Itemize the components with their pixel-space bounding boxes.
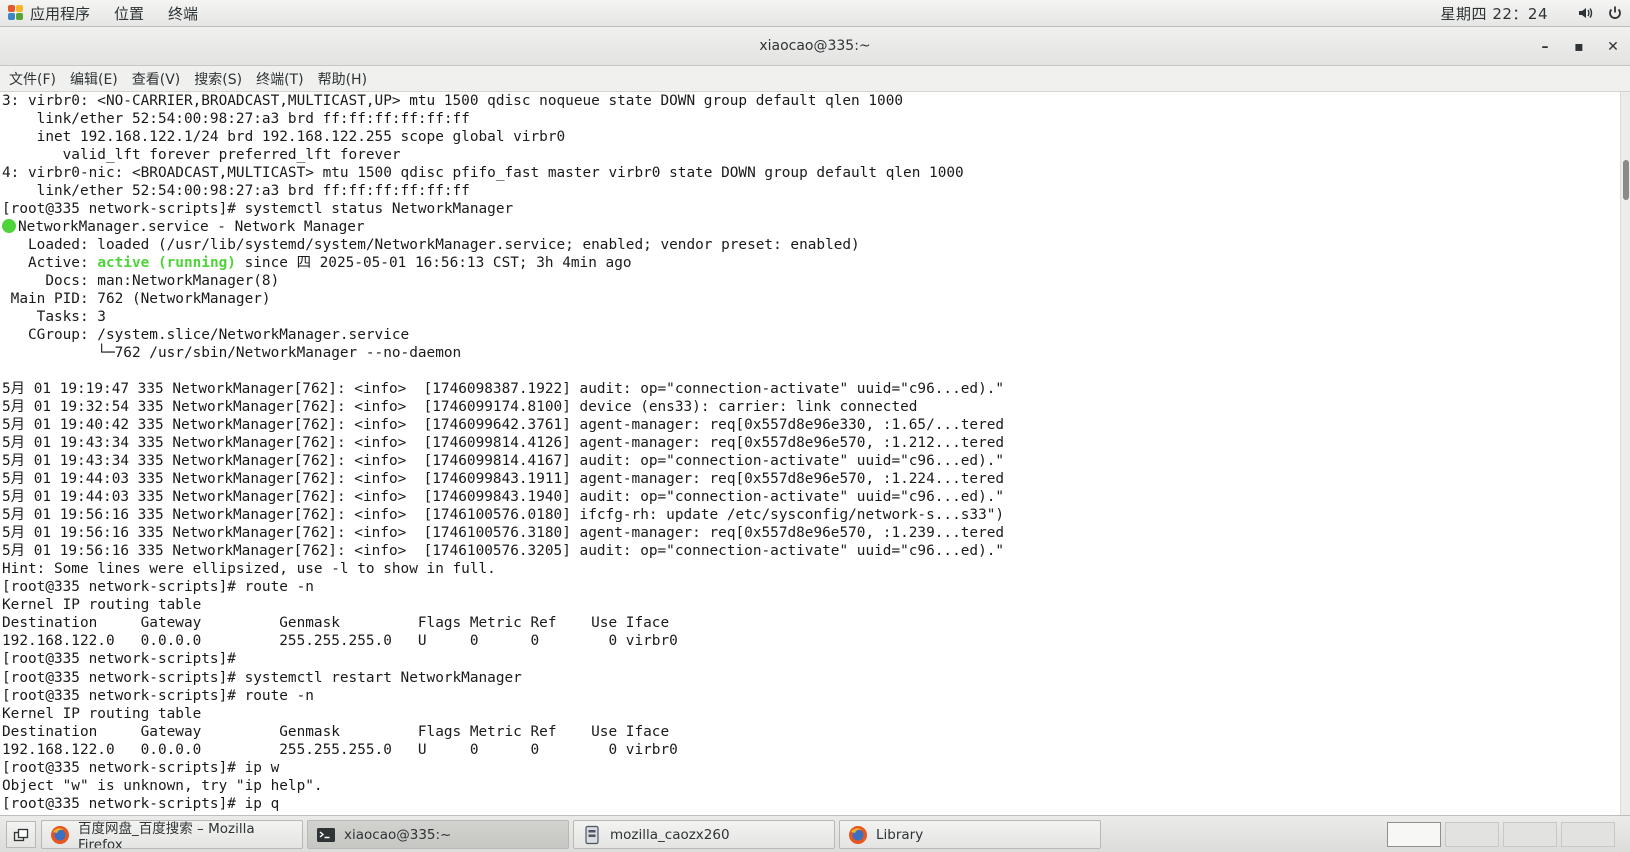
task-label: mozilla_caozx260 [610,826,730,843]
scrollbar-thumb[interactable] [1623,160,1629,200]
menu-search[interactable]: 搜索(S) [187,69,249,89]
workspace-4[interactable] [1561,822,1615,847]
taskbar-item-firefox[interactable]: 百度网盘_百度搜索 – Mozilla Firefox [41,820,303,849]
taskbar: 百度网盘_百度搜索 – Mozilla Firefox xiaocao@335:… [0,815,1630,852]
active-label: Active: [2,255,98,272]
taskbar-item-file-manager[interactable]: mozilla_caozx260 [573,820,835,849]
top-bar: 应用程序 位置 终端 星期四 22：24 [0,0,1630,27]
terminal-line: Destination Gateway Genmask Flags Metric… [2,615,670,632]
terminal-line: Kernel IP routing table [2,597,202,614]
terminal-line: 3: virbr0: <NO-CARRIER,BROADCAST,MULTICA… [2,93,904,109]
terminal-line: Kernel IP routing table [2,705,202,722]
firefox-icon [51,825,69,844]
task-label: Library [876,826,924,843]
close-button[interactable]: ✕ [1596,27,1630,66]
status-dot-icon [2,219,16,234]
terminal-line: 5月 01 19:40:42 335 NetworkManager[762]: … [2,417,1005,434]
terminal-line: Object "w" is unknown, try "ip help". [2,777,323,794]
terminal-line: 192.168.122.0 0.0.0.0 255.255.255.0 U 0 … [2,741,678,758]
menu-help[interactable]: 帮助(H) [311,69,374,89]
workspace-2[interactable] [1445,822,1499,847]
volume-icon[interactable] [1570,0,1600,27]
power-icon[interactable] [1600,0,1630,27]
menu-edit[interactable]: 编辑(E) [63,69,125,89]
window-titlebar[interactable]: xiaocao@335:~ – ▪ ✕ [0,27,1630,66]
terminal-line: 5月 01 19:43:34 335 NetworkManager[762]: … [2,453,1005,470]
task-label: xiaocao@335:~ [344,826,452,843]
minimize-button[interactable]: – [1528,27,1562,66]
maximize-button[interactable]: ▪ [1562,27,1596,66]
taskbar-item-library[interactable]: Library [839,820,1101,849]
terminal-icon [317,827,335,842]
terminal-line: [root@335 network-scripts]# [2,651,236,668]
terminal-line: Destination Gateway Genmask Flags Metric… [2,723,670,740]
clock[interactable]: 星期四 22：24 [1441,3,1570,24]
service-name: NetworkManager.service - Network Manager [18,219,365,236]
active-since: since 四 2025-05-01 16:56:13 CST; 3h 4min… [235,255,632,272]
terminal-line: 5月 01 19:56:16 335 NetworkManager[762]: … [2,507,1005,524]
terminal-line: 5月 01 19:43:34 335 NetworkManager[762]: … [2,435,1005,452]
terminal-line: [root@335 network-scripts]# systemctl st… [2,201,514,218]
terminal-line: Hint: Some lines were ellipsized, use -l… [2,561,496,578]
places-menu[interactable]: 位置 [102,0,156,27]
menu-file[interactable]: 文件(F) [2,69,63,89]
terminal-app-menu[interactable]: 终端 [156,0,210,27]
active-status: active (running) [97,255,236,272]
file-manager-icon [585,825,599,844]
terminal-line: link/ether 52:54:00:98:27:a3 brd ff:ff:f… [2,183,470,200]
terminal-line: NetworkManager.service - Network Manager [0,218,1620,236]
terminal-line: 5月 01 19:56:16 335 NetworkManager[762]: … [2,543,1005,560]
menu-view[interactable]: 查看(V) [125,69,188,89]
terminal-line: 5月 01 19:19:47 335 NetworkManager[762]: … [2,381,1005,398]
terminal-scrollbar[interactable] [1620,92,1630,815]
terminal-line: 5月 01 19:44:03 335 NetworkManager[762]: … [2,471,1005,488]
terminal-line: 4: virbr0-nic: <BROADCAST,MULTICAST> mtu… [2,165,964,182]
terminal-line: [root@335 network-scripts]# ip w [2,759,280,776]
terminal-line: 5月 01 19:56:16 335 NetworkManager[762]: … [2,525,1005,542]
terminal-line: 192.168.122.0 0.0.0.0 255.255.255.0 U 0 … [2,633,678,650]
workspace-1[interactable] [1387,822,1441,847]
terminal-line: [root@335 network-scripts]# systemctl re… [2,669,522,686]
taskbar-item-terminal[interactable]: xiaocao@335:~ [307,820,569,849]
terminal-line: Tasks: 3 [2,309,106,326]
terminal-line: └─762 /usr/sbin/NetworkManager --no-daem… [2,345,462,362]
terminal-line: Loaded: loaded (/usr/lib/systemd/system/… [2,237,860,254]
terminal-line: [root@335 network-scripts]# route -n [2,687,314,704]
workspace-3[interactable] [1503,822,1557,847]
terminal-line: valid_lft forever preferred_lft forever [2,147,401,164]
firefox-icon [849,825,867,844]
terminal-line: Docs: man:NetworkManager(8) [2,273,280,290]
terminal-line: Main PID: 762 (NetworkManager) [2,291,271,308]
terminal-line: 5月 01 19:44:03 335 NetworkManager[762]: … [2,489,1005,506]
applications-icon [8,5,24,21]
terminal-line: Active: active (running) since 四 2025-05… [0,254,1620,272]
menu-bar: 文件(F) 编辑(E) 查看(V) 搜索(S) 终端(T) 帮助(H) [0,66,1630,92]
window-title: xiaocao@335:~ [759,38,871,54]
show-desktop-icon[interactable] [6,821,36,848]
terminal-line: inet 192.168.122.1/24 brd 192.168.122.25… [2,129,566,146]
terminal-line: [root@335 network-scripts]# route -n [2,579,314,596]
task-label: 百度网盘_百度搜索 – Mozilla Firefox [78,820,255,849]
terminal-line: 5月 01 19:32:54 335 NetworkManager[762]: … [2,399,918,416]
terminal-line: [root@335 network-scripts]# ip q [2,795,280,812]
menu-terminal[interactable]: 终端(T) [249,69,310,89]
applications-menu[interactable]: 应用程序 [24,0,102,27]
terminal-line: CGroup: /system.slice/NetworkManager.ser… [2,327,410,344]
terminal-line: link/ether 52:54:00:98:27:a3 brd ff:ff:f… [2,111,470,128]
terminal-output[interactable]: 3: virbr0: <NO-CARRIER,BROADCAST,MULTICA… [0,92,1620,815]
